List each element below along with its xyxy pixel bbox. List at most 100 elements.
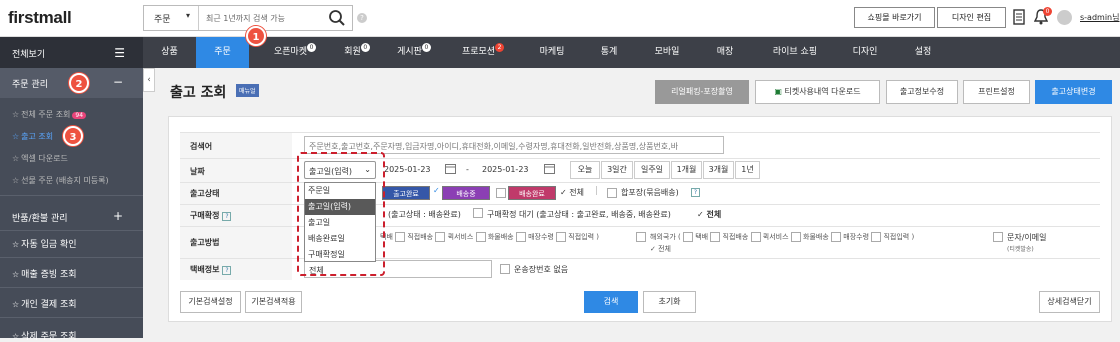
expand-icon[interactable]: + [113,209,123,223]
realpacking-button[interactable]: 리얼패킹-포장촬영 [655,80,749,104]
manual-badge[interactable]: 매뉴얼 [236,84,259,97]
method-checkbox[interactable] [556,232,567,242]
document-icon[interactable] [1013,9,1025,25]
preset-today[interactable]: 오늘 [570,161,600,179]
dropdown-option-selected[interactable]: 출고일(입력) [305,199,375,215]
method-checkbox[interactable] [395,232,406,242]
username-link[interactable]: s-admin님 [1080,12,1119,23]
menu-item-stats[interactable]: 통계 [580,37,638,68]
menu-item-product[interactable]: 상품 [143,37,196,68]
confirm-all-checkbox[interactable]: ✓ 전체 [697,209,721,220]
star-icon[interactable]: ☆ [12,110,19,119]
search-icon[interactable] [328,9,346,27]
default-search-setting-button[interactable]: 기본검색설정 [180,291,241,313]
sidebar-item-gift[interactable]: ☆ 선물 주문 (배송지 미등록) [12,175,109,186]
label-keyword: 검색어 [180,133,292,158]
status-tag-delivering[interactable]: 배송중 [442,186,490,200]
star-icon[interactable]: ☆ [12,270,19,279]
menu-item-order[interactable]: 주문 [196,37,249,68]
date-from-input[interactable]: 2025-01-23 [384,165,431,174]
sidebar-section-return[interactable]: 반품/환불 관리 + [0,202,143,232]
search-category-select[interactable]: 주문 ▾ [144,6,199,30]
calendar-icon[interactable] [544,163,555,174]
combined-checkbox[interactable] [607,188,617,198]
print-settings-button[interactable]: 프린트설정 [963,80,1030,104]
confirm-wait-checkbox[interactable] [473,208,483,218]
menu-item-live[interactable]: 라이브 쇼핑 [754,37,836,68]
logo[interactable]: firstmall [8,8,72,28]
sms-sub-label: (티켓발송) [1007,246,1034,253]
ticket-download-label: 티켓사용내역 다운로드 [784,87,861,96]
method-checkbox[interactable] [475,232,486,242]
help-icon[interactable]: ? [222,212,232,221]
help-icon[interactable]: ? [357,13,367,23]
method-checkbox[interactable] [831,232,842,242]
default-search-apply-button[interactable]: 기본검색적용 [245,291,302,313]
sidebar-item-deleted[interactable]: ☆ 삭제 주문 조회 [12,329,77,342]
method-checkbox[interactable] [790,232,801,242]
dropdown-option[interactable]: 배송완료일 [305,231,375,247]
method-checkbox[interactable] [682,232,693,242]
star-icon[interactable]: ☆ [12,176,19,185]
detail-search-close-button[interactable]: 상세검색닫기 [1039,291,1100,313]
status-change-button[interactable]: 출고상태변경 [1035,80,1112,104]
menu-item-store[interactable]: 매장 [696,37,754,68]
sms-checkbox[interactable] [993,232,1003,242]
status-tag-delivered[interactable]: 배송완료 [508,186,556,200]
menu-item-board[interactable]: 게시판 0 [381,37,447,68]
dropdown-option[interactable]: 구매확정일 [305,247,375,263]
preset-3months[interactable]: 3개월 [703,161,734,179]
sidebar-item-personal-pay[interactable]: ☆ 개인 결제 조회 [12,297,77,310]
ticket-download-button[interactable]: ▣ 티켓사용내역 다운로드 [755,80,880,104]
dropdown-option[interactable]: 출고일 [305,215,375,231]
sidebar-item-all-orders[interactable]: ☆ 전체 주문 조회 94 [12,109,87,120]
dropdown-option[interactable]: 주문일 [305,183,375,199]
method-checkbox[interactable] [435,232,446,242]
menu-item-openmarket[interactable]: 오픈마켓 0 [257,37,333,68]
search-input[interactable]: 최근 1년까지 검색 가능 [206,13,285,24]
menu-item-design[interactable]: 디자인 [836,37,894,68]
avatar[interactable] [1057,10,1072,25]
menu-item-promotion[interactable]: 프로모션 2 [447,37,519,68]
sidebar-item-deposit[interactable]: ☆ 자동 입금 확인 [12,237,77,250]
method-checkbox[interactable] [515,232,526,242]
star-icon[interactable]: ☆ [12,132,19,141]
sidebar-all-header[interactable]: 전체보기 ☰ [0,37,143,68]
calendar-icon[interactable] [445,163,456,174]
menu-item-settings[interactable]: 설정 [894,37,952,68]
sidebar-item-receipt[interactable]: ☆ 매출 증빙 조회 [12,267,77,280]
method-checkbox[interactable] [750,232,761,242]
sidebar-item-shipment[interactable]: ☆ 출고 조회 [12,131,53,142]
method-all-checkbox[interactable]: ✓ 전체 [650,244,671,254]
menu-icon[interactable]: ☰ [114,46,125,60]
status-tag-shipped[interactable]: 출고완료 [382,186,430,200]
shop-link-button[interactable]: 쇼핑몰 바로가기 [854,7,935,28]
overseas-checkbox[interactable] [636,232,646,242]
no-tracking-checkbox[interactable] [500,264,510,274]
preset-3days[interactable]: 3일간 [601,161,633,179]
method-checkbox[interactable] [871,232,882,242]
sidebar-collapse-button[interactable]: ‹ [143,68,155,92]
date-to-input[interactable]: 2025-01-23 [482,165,529,174]
menu-item-marketing[interactable]: 마케팅 [524,37,580,68]
status-checkbox[interactable] [496,188,506,198]
shipment-edit-button[interactable]: 출고정보수정 [886,80,958,104]
reset-button[interactable]: 초기화 [643,291,696,313]
help-icon[interactable]: ? [222,266,232,275]
design-edit-button[interactable]: 디자인 편집 [937,7,1006,28]
star-icon[interactable]: ☆ [12,332,19,341]
menu-item-mobile[interactable]: 모바일 [638,37,696,68]
preset-week[interactable]: 일주일 [634,161,670,179]
star-icon[interactable]: ☆ [12,154,19,163]
star-icon[interactable]: ☆ [12,240,19,249]
method-checkbox[interactable] [710,232,721,242]
preset-1month[interactable]: 1개월 [671,161,702,179]
preset-1year[interactable]: 1년 [735,161,760,179]
menu-item-member[interactable]: 회원 0 [333,37,381,68]
search-button[interactable]: 검색 [584,291,638,313]
sidebar-item-excel[interactable]: ☆ 엑셀 다운로드 [12,153,68,164]
status-all-checkbox[interactable]: ✓ 전체 [560,187,584,198]
star-icon[interactable]: ☆ [12,300,19,309]
help-icon[interactable]: ? [691,188,700,197]
collapse-icon[interactable]: − [113,75,123,89]
